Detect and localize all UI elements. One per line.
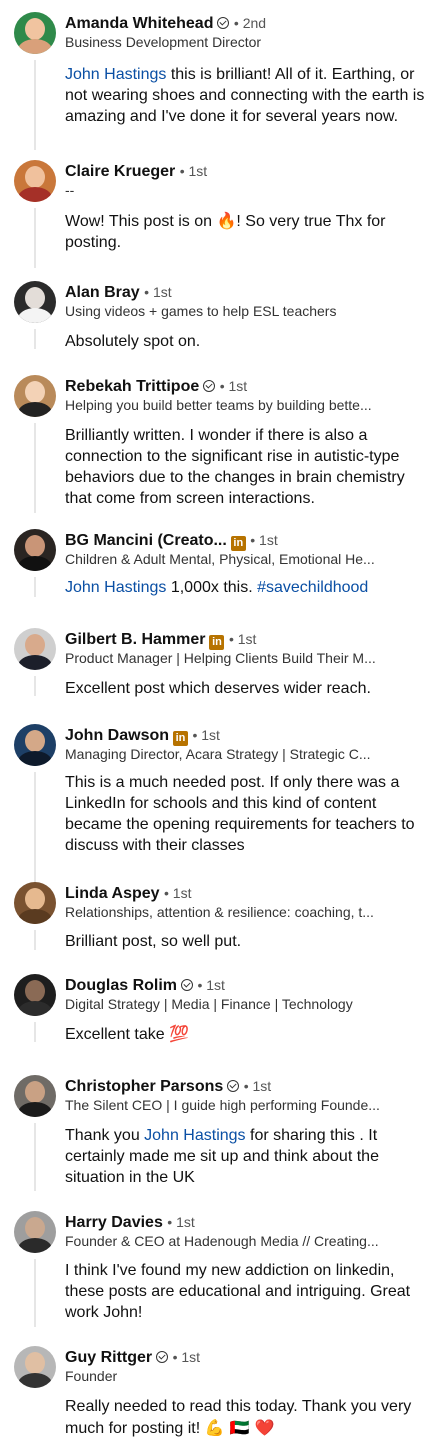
commenter-name[interactable]: Guy Rittger xyxy=(65,1349,152,1366)
avatar[interactable] xyxy=(14,882,56,924)
hashtag-link[interactable]: #savechildhood xyxy=(257,579,368,596)
fire-icon: 🔥 xyxy=(216,211,237,230)
verified-icon xyxy=(156,1351,169,1363)
commenter-name[interactable]: Douglas Rolim xyxy=(65,977,177,994)
commenter-name[interactable]: Gilbert B. Hammer xyxy=(65,631,205,648)
avatar[interactable] xyxy=(14,375,56,417)
thread-line xyxy=(34,577,36,597)
commenter-headline: Helping you build better teams by buildi… xyxy=(65,397,372,413)
commenter-headline: -- xyxy=(65,182,75,198)
commenter-name[interactable]: Alan Bray xyxy=(65,284,140,301)
comment-text: John Hastings this is brilliant! All of … xyxy=(65,66,425,125)
comment-text: Wow! This post is on 🔥! So very true Thx… xyxy=(65,211,386,251)
connection-degree: • 1st xyxy=(172,1349,201,1365)
connection-degree: • 1st xyxy=(219,378,248,394)
commenter-headline: The Silent CEO | I guide high performing… xyxy=(65,1097,380,1113)
thread-line xyxy=(34,930,36,950)
commenter-name[interactable]: BG Mancini (Creato... xyxy=(65,532,227,549)
commenter-headline: Children & Adult Mental, Physical, Emoti… xyxy=(65,551,375,567)
thread-line xyxy=(34,676,36,696)
comment-text: John Hastings 1,000x this. #savechildhoo… xyxy=(65,579,369,596)
comment-text: Absolutely spot on. xyxy=(65,333,201,350)
verified-icon xyxy=(181,979,194,991)
connection-degree: • 2nd xyxy=(233,15,267,31)
commenter-name[interactable]: Rebekah Trittipoe xyxy=(65,378,199,395)
comment-text: Excellent take 💯 xyxy=(65,1024,189,1043)
avatar[interactable] xyxy=(14,1211,56,1253)
commenter-headline: Using videos + games to help ESL teacher… xyxy=(65,303,337,319)
thread-line xyxy=(34,329,36,349)
commenter-name[interactable]: John Dawson xyxy=(65,727,169,744)
connection-degree: • 1st xyxy=(179,163,208,179)
linkedin-badge-icon: in xyxy=(209,635,225,650)
connection-degree: • 1st xyxy=(144,284,172,300)
comment-text: Really needed to read this today. Thank … xyxy=(65,1398,412,1437)
commenter-name[interactable]: Linda Aspey xyxy=(65,885,160,902)
connection-degree: • 1st xyxy=(228,631,257,647)
commenter-name[interactable]: Harry Davies xyxy=(65,1214,163,1231)
connection-degree: • 1st xyxy=(250,532,278,548)
commenter-headline: Business Development Director xyxy=(65,34,262,50)
thread-line xyxy=(34,1123,36,1191)
avatar[interactable] xyxy=(14,281,56,323)
avatar[interactable] xyxy=(14,1075,56,1117)
verified-icon xyxy=(203,380,216,392)
avatar[interactable] xyxy=(14,974,56,1016)
mention-link[interactable]: John Hastings xyxy=(65,66,166,83)
mention-link[interactable]: John Hastings xyxy=(65,579,166,596)
verified-icon xyxy=(217,17,230,29)
linkedin-badge-icon: in xyxy=(230,536,246,551)
avatar[interactable] xyxy=(14,724,56,766)
commenter-name[interactable]: Christopher Parsons xyxy=(65,1078,223,1095)
commenter-headline: Managing Director, Acara Strategy | Stra… xyxy=(65,746,371,762)
commenter-headline: Founder & CEO at Hadenough Media // Crea… xyxy=(65,1233,379,1249)
comment-text: This is a much needed post. If only ther… xyxy=(65,774,415,854)
thread-line xyxy=(34,423,36,513)
commenter-headline: Product Manager | Helping Clients Build … xyxy=(65,650,376,666)
commenter-headline: Relationships, attention & resilience: c… xyxy=(65,904,374,920)
comment-text: Excellent post which deserves wider reac… xyxy=(65,680,371,697)
connection-degree: • 1st xyxy=(192,727,220,743)
verified-icon xyxy=(227,1080,240,1092)
avatar[interactable] xyxy=(14,12,56,54)
avatar[interactable] xyxy=(14,160,56,202)
avatar[interactable] xyxy=(14,1346,56,1388)
thread-line xyxy=(34,60,36,150)
connection-degree: • 1st xyxy=(243,1078,272,1094)
comment-text: I think I've found my new addiction on l… xyxy=(65,1262,411,1321)
commenter-name[interactable]: Amanda Whitehead xyxy=(65,15,213,32)
thread-line xyxy=(34,1022,36,1042)
connection-degree: • 1st xyxy=(164,885,192,901)
emoji-icons: 💪 🇦🇪 ❤️ xyxy=(204,1418,275,1437)
commenter-headline: Founder xyxy=(65,1368,118,1384)
linkedin-badge-icon: in xyxy=(173,731,189,746)
thread-line xyxy=(34,772,36,884)
connection-degree: • 1st xyxy=(197,977,225,993)
mention-link[interactable]: John Hastings xyxy=(144,1127,245,1144)
comment-text: Thank you John Hastings for sharing this… xyxy=(65,1127,379,1186)
commenter-name[interactable]: Claire Krueger xyxy=(65,163,175,180)
thread-line xyxy=(34,1259,36,1327)
comment-text: Brilliantly written. I wonder if there i… xyxy=(65,427,405,507)
avatar[interactable] xyxy=(14,628,56,670)
thread-line xyxy=(34,208,36,268)
avatar[interactable] xyxy=(14,529,56,571)
hundred-points-icon: 💯 xyxy=(169,1024,189,1043)
comment-text: Brilliant post, so well put. xyxy=(65,933,242,950)
connection-degree: • 1st xyxy=(167,1214,195,1230)
commenter-headline: Digital Strategy | Media | Finance | Tec… xyxy=(65,996,353,1012)
